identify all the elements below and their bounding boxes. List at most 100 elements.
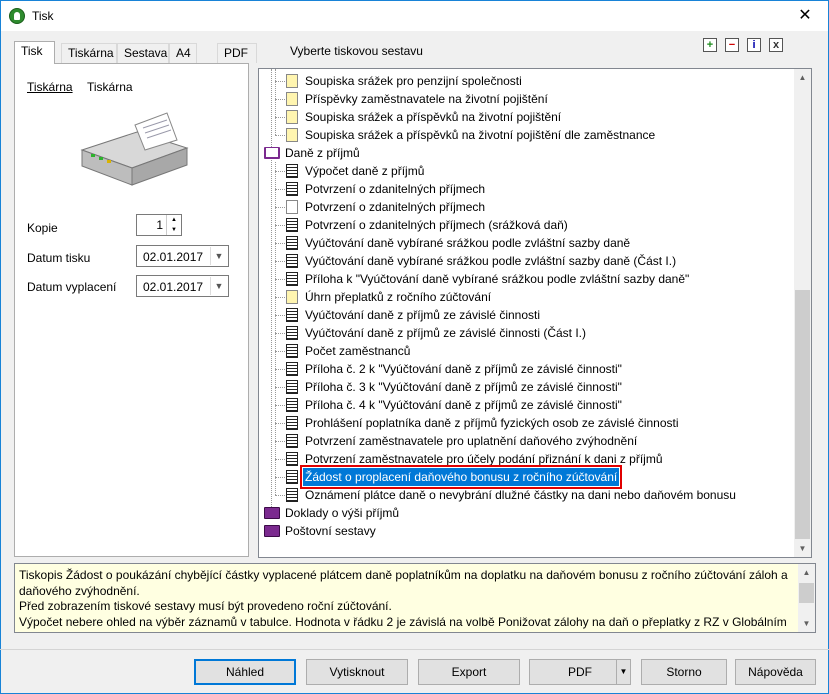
tree-folder[interactable]: Doklady o výši příjmů	[259, 504, 794, 522]
storno-button[interactable]: Storno	[641, 659, 727, 685]
datum-vyplaceni-value[interactable]: 02.01.2017	[143, 280, 203, 294]
tree-item-label[interactable]: Potvrzení o zdanitelných příjmech	[303, 198, 487, 216]
tree-item-label[interactable]: Potvrzení o zdanitelných příjmech (srážk…	[303, 216, 570, 234]
tree-item-label[interactable]: Žádost o proplacení daňového bonusu z ro…	[299, 465, 623, 489]
report-document-icon	[286, 380, 298, 394]
export-grid-icon[interactable]: x	[769, 38, 783, 52]
tree-item-label[interactable]: Výpočet daně z příjmů	[303, 162, 426, 180]
tree-folder[interactable]: Daně z příjmů	[259, 144, 794, 162]
yellow-document-icon	[286, 110, 298, 124]
tree-item[interactable]: Úhrn přeplatků z ročního zúčtování	[259, 288, 794, 306]
printer-label[interactable]: Tiskárna	[27, 80, 73, 94]
export-button[interactable]: Export	[418, 659, 520, 685]
tree-item-label[interactable]: Potvrzení zaměstnavatele pro účely podán…	[303, 450, 665, 468]
tree-item[interactable]: Vyúčtování daně vybírané srážkou podle z…	[259, 252, 794, 270]
nahled-button[interactable]: Náhled	[194, 659, 296, 685]
dropdown-arrow-icon[interactable]: ▼	[616, 660, 630, 684]
tree-item[interactable]: Příloha č. 4 k "Vyúčtování daně z příjmů…	[259, 396, 794, 414]
tree-item-label[interactable]: Doklady o výši příjmů	[283, 504, 401, 522]
chevron-up-icon[interactable]: ▲	[167, 215, 181, 225]
tree-item[interactable]: Příloha č. 3 k "Vyúčtování daně z příjmů…	[259, 378, 794, 396]
scroll-down-icon[interactable]: ▼	[798, 615, 815, 632]
tree-item-label[interactable]: Úhrn přeplatků z ročního zúčtování	[303, 288, 493, 306]
tree-item-label[interactable]: Vyúčtování daně vybírané srážkou podle z…	[303, 234, 632, 252]
datum-tisku-value[interactable]: 02.01.2017	[143, 250, 203, 264]
scroll-thumb[interactable]	[799, 583, 814, 603]
datum-vyplaceni-field[interactable]: 02.01.2017 ▼	[136, 275, 229, 297]
description-scrollbar[interactable]: ▲ ▼	[798, 564, 815, 632]
tree-item[interactable]: Vyúčtování daně vybírané srážkou podle z…	[259, 234, 794, 252]
close-icon[interactable]: ✕	[782, 1, 828, 31]
tree-item-label[interactable]: Příloha č. 4 k "Vyúčtování daně z příjmů…	[303, 396, 624, 414]
tree-item[interactable]: Žádost o proplacení daňového bonusu z ro…	[259, 465, 794, 489]
report-document-icon	[286, 488, 298, 502]
chevron-down-icon[interactable]: ▼	[210, 277, 227, 295]
remove-icon[interactable]: −	[725, 38, 739, 52]
tree-item-label[interactable]: Soupiska srážek a příspěvků na životní p…	[303, 108, 563, 126]
tab-tiskarna[interactable]: Tiskárna	[61, 43, 117, 63]
tree-item-label[interactable]: Poštovní sestavy	[283, 522, 378, 540]
chevron-down-icon[interactable]: ▼	[210, 247, 227, 265]
printer-icon	[80, 112, 189, 186]
datum-tisku-field[interactable]: 02.01.2017 ▼	[136, 245, 229, 267]
tree-item[interactable]: Potvrzení o zdanitelných příjmech	[259, 198, 794, 216]
tree-item-label[interactable]: Potvrzení o zdanitelných příjmech	[303, 180, 487, 198]
vytisknout-button[interactable]: Vytisknout	[306, 659, 408, 685]
pdf-button-label[interactable]: PDF	[568, 665, 592, 679]
scroll-up-icon[interactable]: ▲	[798, 564, 815, 581]
tab-pdf[interactable]: PDF	[217, 43, 257, 63]
tree-item[interactable]: Potvrzení zaměstnavatele pro uplatnění d…	[259, 432, 794, 450]
tree-item[interactable]: Příspěvky zaměstnavatele na životní poji…	[259, 90, 794, 108]
tree-item[interactable]: Soupiska srážek pro penzijní společnosti	[259, 72, 794, 90]
tree-item-label[interactable]: Potvrzení zaměstnavatele pro uplatnění d…	[303, 432, 639, 450]
tree-item-label[interactable]: Vyúčtování daně vybírané srážkou podle z…	[303, 252, 678, 270]
tree-item-label[interactable]: Příloha č. 2 k "Vyúčtování daně z příjmů…	[303, 360, 624, 378]
tree-item[interactable]: Soupiska srážek a příspěvků na životní p…	[259, 108, 794, 126]
tree-item-label[interactable]: Příloha k "Vyúčtování daně vybírané sráž…	[303, 270, 691, 288]
add-icon[interactable]: +	[703, 38, 717, 52]
chevron-down-icon[interactable]: ▼	[167, 225, 181, 235]
tab-tisk[interactable]: Tisk	[14, 41, 55, 64]
kopie-value[interactable]: 1	[156, 218, 163, 232]
tab-a4[interactable]: A4	[169, 43, 197, 63]
tree-item[interactable]: Vyúčtování daně z příjmů ze závislé činn…	[259, 306, 794, 324]
tree-item-label[interactable]: Soupiska srážek a příspěvků na životní p…	[303, 126, 657, 144]
tree-item-label[interactable]: Daně z příjmů	[283, 144, 362, 162]
blank-document-icon	[286, 200, 298, 214]
kopie-stepper[interactable]: 1 ▲ ▼	[136, 214, 182, 236]
tree-item-label[interactable]: Oznámení plátce daně o nevybrání dlužné …	[303, 486, 738, 504]
yellow-document-icon	[286, 74, 298, 88]
tree-item[interactable]: Příloha k "Vyúčtování daně vybírané sráž…	[259, 270, 794, 288]
tree-item[interactable]: Počet zaměstnanců	[259, 342, 794, 360]
tree-item[interactable]: Soupiska srážek a příspěvků na životní p…	[259, 126, 794, 144]
tree-item-label[interactable]: Příspěvky zaměstnavatele na životní poji…	[303, 90, 550, 108]
tab-sestava[interactable]: Sestava	[117, 43, 169, 63]
tree-scrollbar[interactable]: ▲ ▼	[794, 69, 811, 557]
tree-item[interactable]: Příloha č. 2 k "Vyúčtování daně z příjmů…	[259, 360, 794, 378]
description-line: Tiskopis Žádost o poukázání chybějící čá…	[19, 568, 788, 582]
stepper-buttons[interactable]: ▲ ▼	[166, 215, 181, 235]
tree-item-label[interactable]: Příloha č. 3 k "Vyúčtování daně z příjmů…	[303, 378, 624, 396]
info-icon[interactable]: i	[747, 38, 761, 52]
report-document-icon	[286, 434, 298, 448]
tree-item-label[interactable]: Vyúčtování daně z příjmů ze závislé činn…	[303, 324, 588, 342]
tree-item[interactable]: Potvrzení zaměstnavatele pro účely podán…	[259, 450, 794, 468]
napoveda-button[interactable]: Nápověda	[735, 659, 816, 685]
tree-item[interactable]: Oznámení plátce daně o nevybrání dlužné …	[259, 486, 794, 504]
tree-item[interactable]: Potvrzení o zdanitelných příjmech (srážk…	[259, 216, 794, 234]
tree-item-label[interactable]: Soupiska srážek pro penzijní společnosti	[303, 72, 524, 90]
tree-item[interactable]: Výpočet daně z příjmů	[259, 162, 794, 180]
datum-vyplaceni-label: Datum vyplacení	[27, 280, 117, 294]
scroll-up-icon[interactable]: ▲	[794, 69, 811, 86]
printer-value: Tiskárna	[87, 80, 133, 94]
tree-item-label[interactable]: Počet zaměstnanců	[303, 342, 412, 360]
tree-item[interactable]: Prohlášení poplatníka daně z příjmů fyzi…	[259, 414, 794, 432]
scroll-down-icon[interactable]: ▼	[794, 540, 811, 557]
tree-item[interactable]: Vyúčtování daně z příjmů ze závislé činn…	[259, 324, 794, 342]
tree-item-label[interactable]: Prohlášení poplatníka daně z příjmů fyzi…	[303, 414, 681, 432]
tree-item-label[interactable]: Vyúčtování daně z příjmů ze závislé činn…	[303, 306, 542, 324]
tree-item[interactable]: Potvrzení o zdanitelných příjmech	[259, 180, 794, 198]
pdf-button[interactable]: PDF ▼	[529, 659, 631, 685]
tree-folder[interactable]: Poštovní sestavy	[259, 522, 794, 540]
scroll-thumb[interactable]	[795, 290, 810, 539]
